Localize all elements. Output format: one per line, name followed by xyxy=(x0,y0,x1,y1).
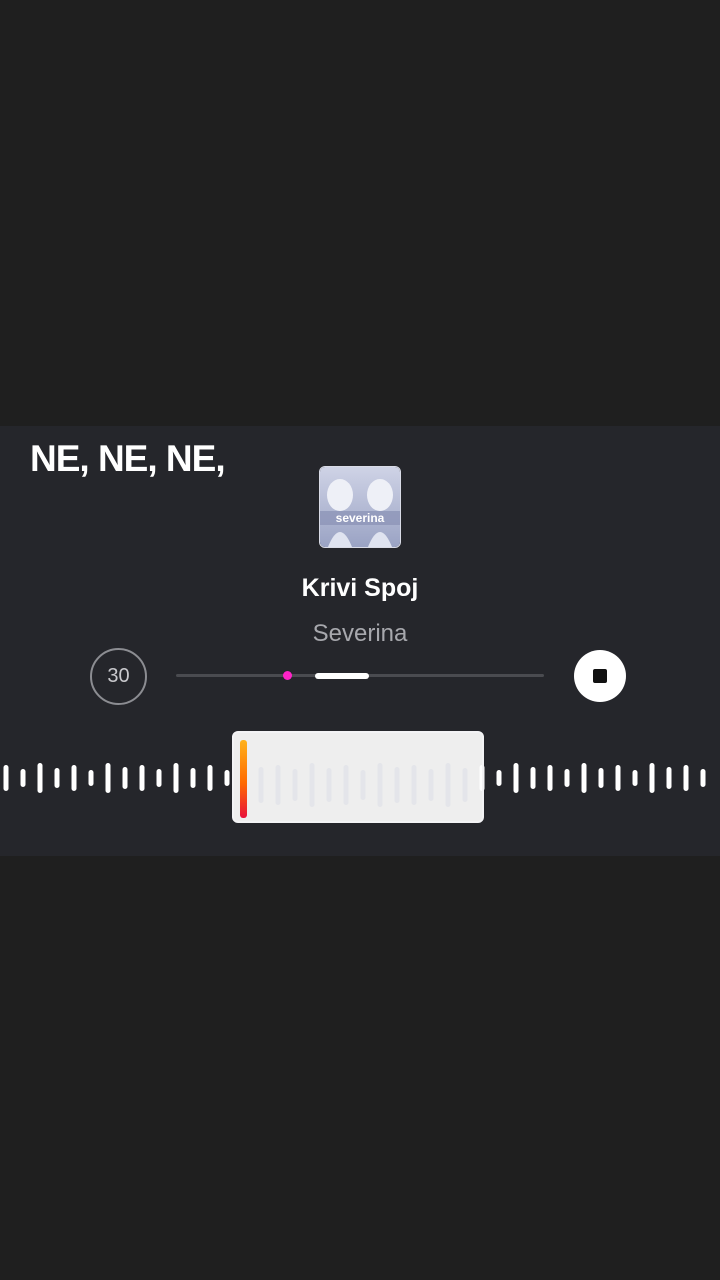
progress-position-dot[interactable] xyxy=(283,671,292,680)
lyric-line: NE, NE, NE, xyxy=(30,438,226,479)
stop-button[interactable] xyxy=(574,650,626,702)
waveform-bar xyxy=(394,767,400,803)
artist-name: Severina xyxy=(312,620,408,647)
waveform-bar xyxy=(326,768,332,802)
waveform-bar xyxy=(343,765,349,805)
waveform-bar xyxy=(275,765,281,805)
skip-30-label: 30 xyxy=(107,665,130,687)
playhead[interactable] xyxy=(240,740,247,818)
waveform-bar xyxy=(292,769,298,801)
waveform-bar xyxy=(411,765,417,805)
waveform-bar xyxy=(428,769,434,801)
clip-selector-waveform xyxy=(241,763,468,807)
album-art-text: severina xyxy=(336,511,385,525)
album-cover-image: severina xyxy=(320,467,400,547)
song-title: Krivi Spoj xyxy=(301,574,419,602)
waveform-bar xyxy=(258,767,264,803)
waveform-bar xyxy=(445,763,451,807)
waveform-bar xyxy=(462,768,468,802)
stop-icon xyxy=(593,669,607,683)
waveform-bar xyxy=(309,763,315,807)
album-art: severina xyxy=(319,466,401,548)
waveform-bar xyxy=(377,763,383,807)
waveform-bar xyxy=(360,770,366,800)
progress-selection-window[interactable] xyxy=(315,673,369,679)
skip-30-button[interactable]: 30 xyxy=(90,648,147,705)
